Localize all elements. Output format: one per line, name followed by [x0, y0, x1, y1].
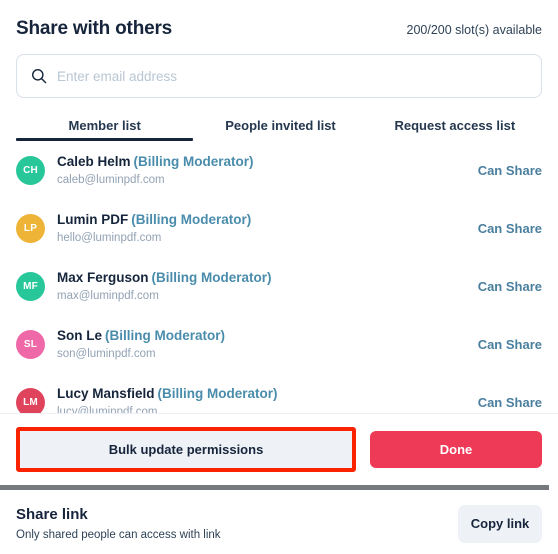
search-input[interactable]: [57, 55, 527, 97]
permission-selector[interactable]: Can Share: [470, 221, 542, 236]
horizontal-scrollbar[interactable]: [0, 485, 549, 490]
table-row[interactable]: CH Caleb Helm (Billing Moderator) caleb@l…: [16, 141, 542, 199]
share-dialog: Share with others 200/200 slot(s) availa…: [0, 0, 558, 554]
share-link-texts: Share link Only shared people can access…: [16, 506, 221, 542]
share-link-section: Share link Only shared people can access…: [0, 493, 558, 554]
member-name: Lumin PDF: [57, 212, 129, 227]
permission-selector[interactable]: Can Share: [470, 163, 542, 178]
bulk-update-highlight: Bulk update permissions: [16, 427, 356, 472]
member-info: Caleb Helm (Billing Moderator) caleb@lumi…: [57, 153, 458, 187]
member-email: hello@luminpdf.com: [57, 232, 162, 244]
member-name-line: Lumin PDF (Billing Moderator): [57, 211, 458, 228]
tab-member-list-label: Member list: [68, 118, 141, 133]
member-email: son@luminpdf.com: [57, 348, 156, 360]
member-name: Son Le: [57, 328, 103, 343]
tab-member-list[interactable]: Member list: [16, 112, 194, 141]
member-name-line: Max Ferguson (Billing Moderator): [57, 269, 458, 286]
search-icon: [32, 69, 47, 84]
member-role: (Billing Moderator): [105, 328, 226, 343]
page-title: Share with others: [16, 18, 173, 39]
member-role: (Billing Moderator): [151, 270, 272, 285]
permission-selector[interactable]: Can Share: [470, 279, 542, 294]
member-name: Max Ferguson: [57, 270, 149, 285]
share-link-subtitle: Only shared people can access with link: [16, 528, 221, 541]
search-box[interactable]: [16, 54, 542, 98]
bulk-update-permissions-button[interactable]: Bulk update permissions: [20, 431, 352, 468]
search-section: [0, 40, 558, 98]
table-row[interactable]: MF Max Ferguson (Billing Moderator) max@l…: [16, 257, 542, 315]
member-info: Max Ferguson (Billing Moderator) max@lumi…: [57, 269, 458, 303]
tab-request-access-list-label: Request access list: [394, 118, 516, 133]
tab-bar: Member list People invited list Request …: [0, 112, 558, 141]
member-email: caleb@luminpdf.com: [57, 174, 165, 186]
member-name: Caleb Helm: [57, 154, 131, 169]
permission-selector[interactable]: Can Share: [470, 395, 542, 410]
permission-selector[interactable]: Can Share: [470, 337, 542, 352]
table-row[interactable]: SL Son Le (Billing Moderator) son@luminpd…: [16, 315, 542, 373]
member-role: (Billing Moderator): [157, 386, 278, 401]
copy-link-button[interactable]: Copy link: [458, 504, 542, 543]
member-info: Son Le (Billing Moderator) son@luminpdf.c…: [57, 327, 458, 361]
member-role: (Billing Moderator): [131, 212, 252, 227]
member-role: (Billing Moderator): [133, 154, 254, 169]
dialog-action-bar: Bulk update permissions Done: [0, 413, 558, 485]
member-name: Lucy Mansfield: [57, 386, 155, 401]
avatar: LP: [16, 213, 45, 243]
member-name-line: Caleb Helm (Billing Moderator): [57, 153, 458, 170]
share-link-title: Share link: [16, 505, 88, 523]
member-name-line: Lucy Mansfield (Billing Moderator): [57, 385, 458, 402]
member-email: max@luminpdf.com: [57, 290, 159, 302]
member-name-line: Son Le (Billing Moderator): [57, 327, 458, 344]
tab-people-invited-list-label: People invited list: [225, 118, 336, 133]
tab-request-access-list[interactable]: Request access list: [368, 112, 542, 141]
avatar: CH: [16, 155, 45, 185]
tab-people-invited-list[interactable]: People invited list: [193, 112, 367, 141]
slots-available-text: 200/200 slot(s) available: [406, 23, 543, 37]
avatar: MF: [16, 271, 45, 301]
table-row[interactable]: LP Lumin PDF (Billing Moderator) hello@lu…: [16, 199, 542, 257]
member-info: Lumin PDF (Billing Moderator) hello@lumin…: [57, 211, 458, 245]
done-button[interactable]: Done: [370, 431, 542, 468]
avatar: SL: [16, 329, 45, 359]
dialog-header: Share with others 200/200 slot(s) availa…: [0, 0, 558, 40]
